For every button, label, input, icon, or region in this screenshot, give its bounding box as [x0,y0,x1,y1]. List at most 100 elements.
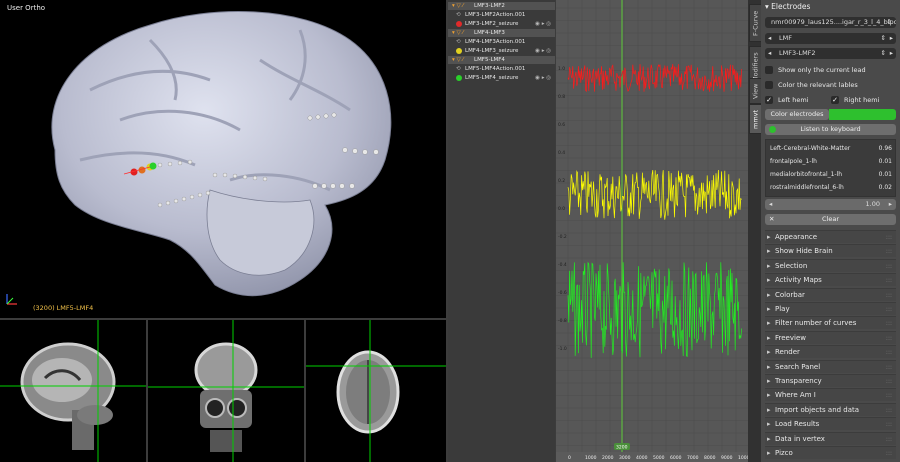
outliner-row[interactable]: ◉ ▸ ◎ LMF4-LMF3_seizure [448,47,555,55]
section-transparency[interactable]: Transparency [765,374,896,388]
object-icon: ▾ ▽ ⁄ [452,3,464,9]
y-tick-label: -0.6 [558,290,567,296]
lead-selector[interactable]: ◂ LMF ⇕ ▸ [765,33,896,44]
object-icon: ▾ ▽ ⁄ [452,57,464,63]
visibility-icons[interactable]: ◉ ▸ ◎ [535,74,551,82]
section-load-results[interactable]: Load Results [765,417,896,431]
show-only-current-checkbox[interactable]: Show only the current lead [765,65,866,75]
outliner-row-label: LMF5-LMF4_seizure [465,75,519,81]
next-arrow-icon[interactable]: ▸ [890,48,893,59]
electrode-color-swatch[interactable] [829,109,896,120]
properties-panel: ▾ Electrodes nmr00979_laus125....igar_r_… [761,0,900,462]
section-filter-number-of-curves[interactable]: Filter number of curves [765,316,896,330]
action-icon: ⟲ [456,66,461,72]
y-tick-label: 0.0 [558,206,565,212]
left-hemi-checkbox[interactable]: ✓ Left hemi [765,95,809,105]
section-appearance[interactable]: Appearance [765,230,896,244]
subject-dropdown[interactable]: nmr00979_laus125....igar_r_3_l_4_bipolar… [765,17,896,28]
y-tick-label: -0.4 [558,262,567,268]
labels-list[interactable]: Left-Cerebral-White-Matter 0.96 frontalpo… [765,139,896,197]
y-tick-label: -1.0 [558,346,567,352]
sagittal-view[interactable] [0,320,146,462]
outliner-row[interactable]: ⟲ LMF4-LMF3Action.001 [448,38,555,46]
checkmark-icon: ✓ [765,96,773,104]
section-freeview[interactable]: Freeview [765,330,896,345]
y-tick-label: 0.8 [558,94,565,100]
sagittal-slice-image [0,320,146,462]
right-hemi-checkbox[interactable]: ✓ Right hemi [831,95,879,105]
x-tick-label: 7000 [687,455,699,461]
fcurve-yellow[interactable] [567,169,742,220]
outliner-row[interactable]: ▾ ▽ ⁄ LMF3-LMF2 [448,2,555,10]
outliner-row[interactable]: ◉ ▸ ◎ LMF5-LMF4_seizure [448,74,555,82]
x-tick-label: 3000 [619,455,631,461]
color-relevant-checkbox[interactable]: Color the relevant lables [765,80,858,90]
outliner-row[interactable]: ◉ ▸ ◎ LMF3-LMF2_seizure [448,20,555,28]
outliner-row[interactable]: ▾ ▽ ⁄ LMF5-LMF4 [448,56,555,64]
slider-right-icon[interactable]: ▸ [889,199,892,210]
section-activity-maps[interactable]: Activity Maps [765,273,896,287]
dropdown-arrows-icon: ⇕ [886,18,892,26]
electrode-selector[interactable]: ◂ LMF3-LMF2 ⇕ ▸ [765,48,896,59]
viewport-status: (3200) LMF5-LMF4 [33,304,94,312]
visibility-icons[interactable]: ◉ ▸ ◎ [535,20,551,28]
section-colorbar[interactable]: Colorbar [765,287,896,302]
fcurve-red[interactable] [567,63,742,93]
outliner-row-label: LMF4-LMF3_seizure [465,48,519,54]
x-tick-label: 8000 [704,455,716,461]
material-color-icon [456,75,462,81]
section-import-objects-and-data[interactable]: Import objects and data [765,402,896,417]
section-show-hide-brain[interactable]: Show Hide Brain [765,244,896,258]
slider-left-icon[interactable]: ◂ [769,199,772,210]
outliner-panel[interactable]: ▾ ▽ ⁄ LMF3-LMF2 ⟲ LMF3-LMF2Action.001 ◉ ▸ ◎ L… [448,0,555,462]
fcurve-plot[interactable]: 1.0 0.8 0.6 0.4 0.2 0.0 -0.2 -0.4 -0.6 -0.8 -1.0 0 1… [556,0,748,462]
value-slider[interactable]: ◂ 1.00 ▸ [765,199,896,210]
y-tick-label: 0.6 [558,122,565,128]
y-tick-label: -0.8 [558,318,567,324]
graph-editor[interactable]: 1.0 0.8 0.6 0.4 0.2 0.0 -0.2 -0.4 -0.6 -0.8 -1.0 0 1… [556,0,748,462]
current-frame-label: 3200 [616,445,628,451]
listen-keyboard-button[interactable]: Listen to keyboard [765,124,896,135]
material-color-icon [456,21,462,27]
next-arrow-icon[interactable]: ▸ [890,33,893,44]
outliner-row[interactable]: ▾ ▽ ⁄ LMF4-LMF3 [448,29,555,37]
electrodes-panel-title[interactable]: ▾ Electrodes [765,2,810,11]
x-tick-label: 0 [568,455,571,461]
outliner-row-label: LMF5-LMF4 [474,57,505,63]
section-where-am-i[interactable]: Where Am I [765,388,896,402]
section-data-in-vertex[interactable]: Data in vertex [765,431,896,446]
coronal-view[interactable] [148,320,304,462]
y-tick-label: 1.0 [558,66,565,72]
close-icon: ✕ [769,215,775,223]
axial-view[interactable] [306,320,446,462]
x-tick-label: 6000 [670,455,682,461]
keyboard-status-icon [769,126,776,133]
outliner-row[interactable]: ⟲ LMF3-LMF2Action.001 [448,11,555,19]
section-selection[interactable]: Selection [765,258,896,273]
section-pizco[interactable]: Pizco [765,446,896,460]
section-render[interactable]: Render [765,345,896,359]
outliner-row[interactable]: ⟲ LMF5-LMF4Action.001 [448,65,555,73]
color-electrodes-button[interactable]: Color electrodes [765,109,829,120]
x-tick-label: 1000 [585,455,597,461]
visibility-icons[interactable]: ◉ ▸ ◎ [535,47,551,55]
list-item[interactable]: Left-Cerebral-White-Matter 0.96 [770,145,892,152]
list-item[interactable]: medialorbitofrontal_1-lh 0.01 [770,171,892,178]
brain-render [51,11,392,297]
checkbox-icon [765,81,773,89]
outliner-row-label: LMF4-LMF3Action.001 [465,39,526,45]
list-item[interactable]: frontalpole_1-lh 0.01 [770,158,892,165]
dropdown-arrows-icon: ⇕ [880,49,886,57]
fcurve-green[interactable] [567,261,742,358]
section-search-panel[interactable]: Search Panel [765,359,896,374]
axial-slice-image [306,320,446,462]
clear-button[interactable]: ✕ Clear [765,214,896,225]
prev-arrow-icon[interactable]: ◂ [768,33,771,44]
section-play[interactable]: Play [765,302,896,316]
list-item[interactable]: rostralmiddlefrontal_6-lh 0.02 [770,184,892,191]
viewport-3d[interactable]: User Ortho (3200) LMF5-LMF4 [0,0,446,318]
prev-arrow-icon[interactable]: ◂ [768,48,771,59]
outliner-row-label: LMF4-LMF3 [474,30,505,36]
checkmark-icon: ✓ [831,96,839,104]
x-tick-label: 4000 [636,455,648,461]
